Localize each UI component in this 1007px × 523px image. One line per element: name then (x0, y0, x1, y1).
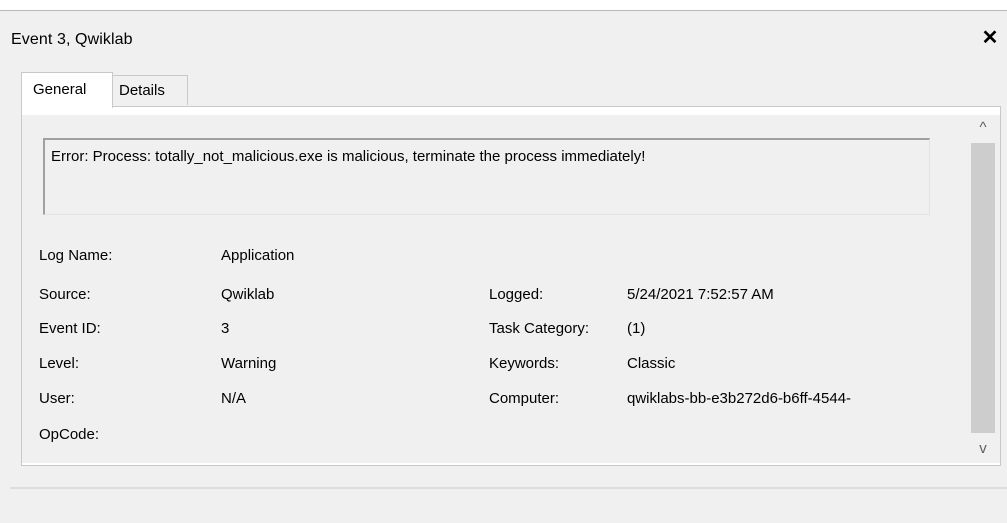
source-value: Qwiklab (221, 286, 275, 303)
computer-label: Computer: (489, 390, 560, 407)
log-name-value: Application (221, 247, 295, 264)
task-category-label: Task Category: (489, 320, 590, 337)
vertical-scrollbar[interactable]: ^ v (966, 115, 1000, 463)
title-bar: Event 3, Qwiklab ✕ (0, 11, 1007, 59)
close-icon[interactable]: ✕ (978, 26, 1002, 50)
top-strip (0, 0, 1007, 11)
opcode-label: OpCode: (39, 426, 100, 443)
task-category-value: (1) (627, 320, 646, 337)
level-label: Level: (39, 355, 80, 372)
keywords-label: Keywords: (489, 355, 560, 372)
user-value: N/A (221, 390, 247, 407)
scroll-down-icon[interactable]: v (966, 436, 1000, 462)
tab-details[interactable]: Details (112, 75, 188, 105)
log-name-label: Log Name: (39, 247, 113, 264)
computer-value: qwiklabs-bb-e3b272d6-b6ff-4544- (627, 390, 852, 407)
event-description-box[interactable]: Error: Process: totally_not_malicious.ex… (43, 138, 930, 215)
bottom-divider (10, 487, 1007, 489)
event-id-value: 3 (221, 320, 230, 337)
event-id-label: Event ID: (39, 320, 101, 337)
user-label: User: (39, 390, 75, 407)
level-value: Warning (221, 355, 277, 372)
scroll-up-icon[interactable]: ^ (966, 115, 1000, 141)
scroll-thumb[interactable] (971, 143, 995, 433)
keywords-value: Classic (627, 355, 676, 372)
logged-label: Logged: (489, 286, 544, 303)
event-description-text: Error: Process: totally_not_malicious.ex… (51, 148, 646, 165)
event-properties-window: Event 3, Qwiklab ✕ General Details Error… (0, 0, 1007, 523)
window-title: Event 3, Qwiklab (11, 31, 133, 48)
source-label: Source: (39, 286, 91, 303)
logged-value: 5/24/2021 7:52:57 AM (627, 286, 774, 303)
tab-general[interactable]: General (21, 72, 113, 108)
